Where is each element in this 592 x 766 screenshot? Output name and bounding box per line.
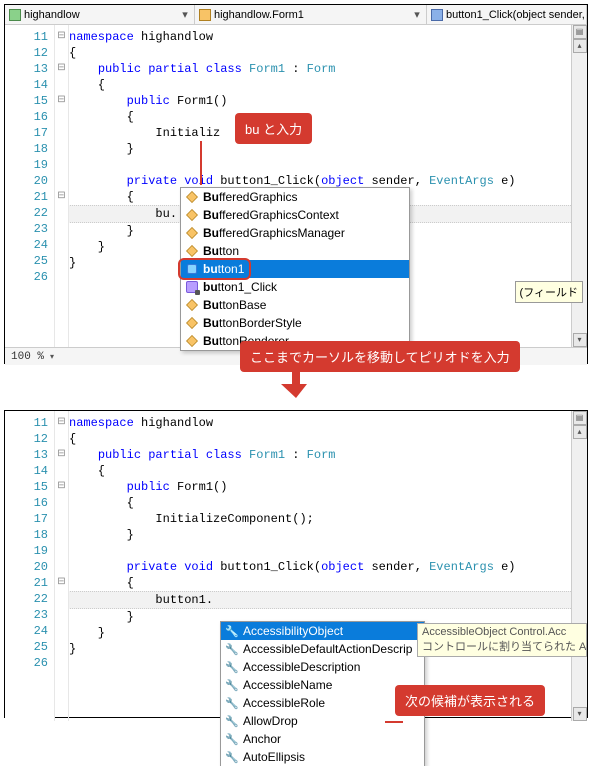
class-icon [199,9,211,21]
intellisense-item[interactable]: Button [181,242,409,260]
prop-icon [225,696,239,710]
navigation-bar: highandlow ▾ highandlow.Form1 ▾ button1_… [5,5,587,25]
intellisense-item-label: BufferedGraphicsContext [203,208,339,222]
nav-member-label: button1_Click(object sender, Ev [446,9,587,21]
annotation-callout: 次の候補が表示される [395,685,545,716]
prop-icon [225,624,239,638]
line-number-gutter: 11121314151617181920212223242526 [5,25,55,347]
code-editor[interactable]: 11121314151617181920212223242526 ⊟ ⊟ ⊟ ⊟… [5,25,587,347]
intellisense-item-label: AccessibleName [243,678,332,692]
intellisense-item-label: AllowDrop [243,714,298,728]
editor-panel-after: 11121314151617181920212223242526 ⊟ ⊟ ⊟ ⊟… [4,410,588,718]
class-icon [185,190,199,204]
chevron-down-icon[interactable]: ▾ [412,8,422,21]
intellisense-item-label: ButtonBase [203,298,266,312]
class-icon [185,244,199,258]
intellisense-item-label: AutoEllipsis [243,750,305,764]
prop-icon [225,714,239,728]
intellisense-item-label: AccessibleRole [243,696,325,710]
method-icon [185,280,199,294]
class-icon [185,334,199,348]
nav-class-label: highandlow.Form1 [214,9,304,21]
chevron-down-icon[interactable]: ▾ [50,352,54,362]
nav-scope-project[interactable]: highandlow ▾ [5,5,195,24]
code-editor[interactable]: 11121314151617181920212223242526 ⊟ ⊟ ⊟ ⊟… [5,411,587,721]
vertical-scrollbar[interactable]: ▤ ▴ ▾ [571,411,587,721]
intellisense-item[interactable]: BufferedGraphicsManager [181,224,409,242]
annotation-callout: bu と入力 [235,113,312,144]
class-icon [185,226,199,240]
intellisense-item-label: AccessibleDescription [243,660,360,674]
chevron-down-icon[interactable]: ▾ [180,8,190,21]
prop-icon [225,750,239,764]
intellisense-item[interactable]: AccessibleDefaultActionDescrip [221,640,424,658]
intellisense-item[interactable]: BufferedGraphics [181,188,409,206]
intellisense-item-label: button1 [203,262,244,276]
split-icon[interactable]: ▤ [573,25,587,39]
nav-scope-class[interactable]: highandlow.Form1 ▾ [195,5,427,24]
intellisense-item[interactable]: AccessibleDescription [221,658,424,676]
intellisense-item-label: BufferedGraphicsManager [203,226,345,240]
intellisense-item[interactable]: button1 [181,260,409,278]
method-icon [431,9,443,21]
intellisense-item[interactable]: AllowDrop [221,712,424,730]
line-number-gutter: 11121314151617181920212223242526 [5,411,55,721]
intellisense-item[interactable]: AccessibleName [221,676,424,694]
scroll-up-icon[interactable]: ▴ [573,425,587,439]
intellisense-item-label: Button [203,244,239,258]
field-icon [185,262,199,276]
prop-icon [225,678,239,692]
intellisense-item-label: ButtonBorderStyle [203,316,302,330]
scroll-down-icon[interactable]: ▾ [573,707,587,721]
nav-scope-member[interactable]: button1_Click(object sender, Ev ▾ [427,5,587,24]
intellisense-item[interactable]: AutoEllipsis [221,748,424,766]
fold-gutter[interactable]: ⊟ ⊟ ⊟ ⊟ [55,25,69,347]
intellisense-item-label: AccessibilityObject [243,624,343,638]
scroll-up-icon[interactable]: ▴ [573,39,587,53]
intellisense-item-label: Anchor [243,732,281,746]
prop-icon [225,732,239,746]
class-icon [185,316,199,330]
intellisense-item-label: button1_Click [203,280,277,294]
intellisense-item[interactable]: AccessibilityObject [221,622,424,640]
prop-icon [225,660,239,674]
editor-panel-before: highandlow ▾ highandlow.Form1 ▾ button1_… [4,4,588,364]
zoom-level[interactable]: 100 % [5,351,50,363]
csharp-project-icon [9,9,21,21]
split-icon[interactable]: ▤ [573,411,587,425]
intellisense-item[interactable]: Anchor [221,730,424,748]
intellisense-item[interactable]: AccessibleRole [221,694,424,712]
intellisense-item[interactable]: button1_Click [181,278,409,296]
intellisense-tooltip: AccessibleObject Control.Acc コントロールに割り当て… [417,623,587,657]
class-icon [185,208,199,222]
annotation-callout: ここまでカーソルを移動してピリオドを入力 [240,341,520,372]
intellisense-item[interactable]: BufferedGraphicsContext [181,206,409,224]
intellisense-item-label: AccessibleDefaultActionDescrip [243,642,412,656]
nav-scope-label: highandlow [24,9,80,21]
scroll-down-icon[interactable]: ▾ [573,333,587,347]
prop-icon [225,642,239,656]
fold-gutter[interactable]: ⊟ ⊟ ⊟ ⊟ [55,411,69,721]
intellisense-item[interactable]: ButtonBorderStyle [181,314,409,332]
intellisense-item[interactable]: ButtonBase [181,296,409,314]
intellisense-popup[interactable]: BufferedGraphics BufferedGraphicsContext B… [180,187,410,351]
intellisense-item-label: BufferedGraphics [203,190,298,204]
intellisense-hint: (フィールド [515,281,583,303]
class-icon [185,298,199,312]
